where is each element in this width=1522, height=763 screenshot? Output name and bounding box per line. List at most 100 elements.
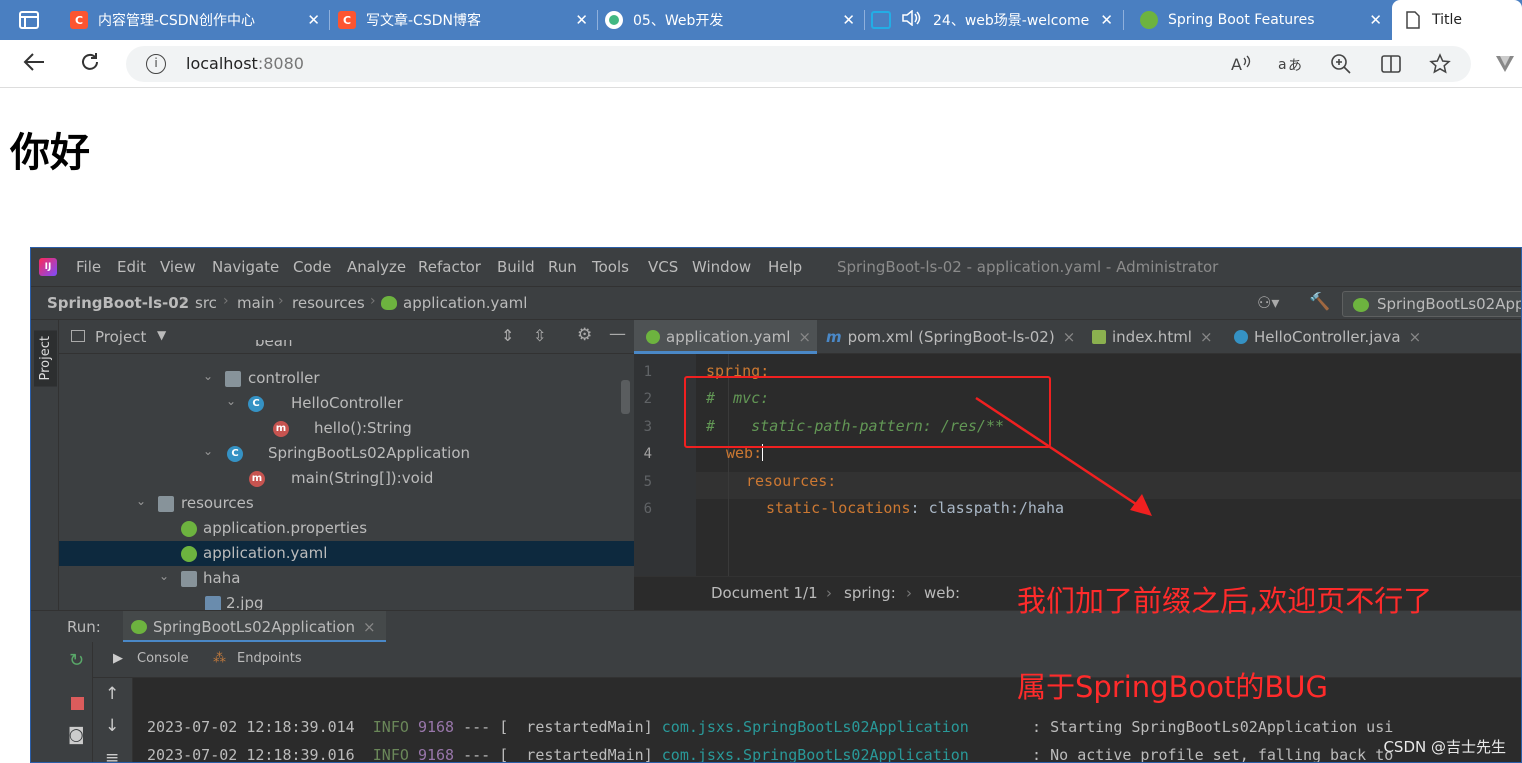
address-bar[interactable]: i localhost:8080 A aあ	[126, 46, 1471, 82]
breadcrumb-src[interactable]: src	[195, 294, 217, 312]
console-tab[interactable]: Console	[137, 651, 189, 666]
close-tab-icon[interactable]: ✕	[842, 11, 855, 29]
yaml-path-web[interactable]: web:	[924, 584, 960, 602]
split-screen-icon[interactable]	[1380, 53, 1402, 80]
close-tab-icon[interactable]: ×	[1409, 328, 1422, 346]
project-tool-button[interactable]: Project	[34, 330, 57, 387]
menu-navigate[interactable]: Navigate	[212, 258, 279, 276]
close-tab-icon[interactable]: ×	[1200, 328, 1213, 346]
menu-help[interactable]: Help	[768, 258, 802, 276]
editor-tab-pom[interactable]: m pom.xml (SpringBoot-ls-02) ×	[826, 320, 1081, 354]
menu-window[interactable]: Window	[692, 258, 751, 276]
translate-icon[interactable]: aあ	[1278, 53, 1302, 80]
editor-tab-hellocontroller[interactable]: HelloController.java ×	[1234, 320, 1434, 354]
log-logger[interactable]: com.jsxs.SpringBootLs02Application	[662, 746, 969, 762]
favorite-star-icon[interactable]	[1429, 53, 1451, 80]
breadcrumb-resources[interactable]: resources	[292, 294, 365, 312]
log-logger[interactable]: com.jsxs.SpringBootLs02Application	[662, 718, 969, 736]
annotation-text-2: 属于SpringBoot的BUG	[1017, 670, 1328, 704]
log-message: : Starting SpringBootLs02Application usi	[1032, 718, 1394, 736]
close-tab-icon[interactable]: ×	[363, 618, 376, 636]
scroll-up-icon[interactable]: ↑	[105, 684, 119, 704]
menu-view[interactable]: View	[160, 258, 196, 276]
browser-tab[interactable]: Spring Boot Features ✕	[1140, 0, 1390, 40]
menu-run[interactable]: Run	[548, 258, 577, 276]
document-indicator[interactable]: Document 1/1	[711, 584, 818, 602]
menu-file[interactable]: File	[76, 258, 101, 276]
menu-vcs[interactable]: VCS	[648, 258, 678, 276]
tree-item-hello-method[interactable]: m hello():String	[59, 416, 634, 441]
breadcrumb-main[interactable]: main	[237, 294, 274, 312]
chevron-down-icon[interactable]: ⌄	[203, 369, 213, 383]
soft-wrap-icon[interactable]: ≡	[105, 748, 119, 762]
browser-tab[interactable]: 24、web场景-welcome ✕	[871, 0, 1121, 40]
close-tab-icon[interactable]: ✕	[1100, 11, 1113, 29]
tree-item-haha[interactable]: ⌄ haha	[59, 566, 634, 591]
menu-edit[interactable]: Edit	[117, 258, 146, 276]
line-number: 2	[643, 391, 652, 407]
annotation-arrow	[975, 396, 1152, 516]
run-config-dropdown[interactable]: SpringBootLs02Application	[1342, 291, 1521, 317]
tab-actions-button[interactable]	[0, 0, 58, 40]
chevron-down-icon[interactable]: ⌄	[136, 494, 146, 508]
tree-item-application-yaml[interactable]: application.yaml	[59, 541, 634, 566]
close-tab-icon[interactable]: ✕	[307, 11, 320, 29]
speaker-icon[interactable]	[901, 9, 921, 30]
close-tab-icon[interactable]: ×	[798, 328, 811, 346]
tree-item-bean[interactable]: bean	[59, 340, 634, 354]
zoom-icon[interactable]	[1330, 53, 1352, 80]
tree-item-main-method[interactable]: m main(String[]):void	[59, 466, 634, 491]
tree-item-label: resources	[181, 494, 254, 512]
extension-icon[interactable]	[1494, 52, 1516, 79]
build-hammer-icon[interactable]: 🔨	[1309, 292, 1330, 312]
run-tab[interactable]: SpringBootLs02Application ×	[123, 611, 386, 643]
tree-item-application-class[interactable]: ⌄ C SpringBootLs02Application	[59, 441, 634, 466]
menu-build[interactable]: Build	[497, 258, 535, 276]
scroll-down-icon[interactable]: ↓	[105, 716, 119, 736]
menu-analyze[interactable]: Analyze	[347, 258, 406, 276]
project-scrollbar[interactable]	[621, 380, 630, 414]
reload-button[interactable]	[78, 50, 102, 82]
menu-refactor[interactable]: Refactor	[418, 258, 481, 276]
browser-tab[interactable]: C 内容管理-CSDN创作中心 ✕	[70, 0, 328, 40]
read-aloud-icon[interactable]: A	[1230, 53, 1252, 80]
code-line[interactable]: resources:	[746, 472, 836, 490]
menu-code[interactable]: Code	[293, 258, 331, 276]
close-tab-icon[interactable]: ×	[1063, 328, 1076, 346]
editor-tab-application-yaml[interactable]: application.yaml ×	[634, 320, 817, 354]
breadcrumb-file[interactable]: application.yaml	[403, 294, 527, 312]
editor-tab-label: application.yaml	[666, 328, 791, 346]
endpoints-tab[interactable]: Endpoints	[237, 651, 302, 666]
camera-icon[interactable]: ◙	[68, 725, 85, 745]
browser-tab-active[interactable]: Title	[1392, 0, 1522, 40]
close-tab-icon[interactable]: ✕	[1369, 11, 1382, 29]
breadcrumb-project[interactable]: SpringBoot-ls-02	[47, 294, 189, 312]
rerun-icon[interactable]: ↻	[69, 650, 84, 671]
chevron-down-icon[interactable]: ⌄	[226, 394, 236, 408]
reload-icon	[82, 53, 98, 70]
stop-icon[interactable]	[71, 697, 84, 710]
user-dropdown-icon[interactable]: ⚇▾	[1257, 293, 1279, 312]
log-line: 2023-07-02 12:18:39.014 INFO 9168 --- [ …	[147, 718, 1393, 736]
tree-item-controller[interactable]: ⌄ controller	[59, 366, 634, 391]
tree-item-application-properties[interactable]: application.properties	[59, 516, 634, 541]
chevron-down-icon[interactable]: ⌄	[159, 569, 169, 583]
url-text[interactable]: localhost:8080	[186, 54, 304, 73]
tree-item-hellocontroller[interactable]: ⌄ C HelloController	[59, 391, 634, 416]
back-button[interactable]	[22, 50, 46, 82]
yaml-path-spring[interactable]: spring:	[844, 584, 896, 602]
info-icon[interactable]: i	[146, 54, 166, 74]
tree-item-2jpg[interactable]: 2.jpg	[59, 591, 634, 610]
menu-tools[interactable]: Tools	[592, 258, 629, 276]
close-tab-icon[interactable]: ✕	[575, 11, 588, 29]
chevron-down-icon[interactable]: ⌄	[203, 444, 213, 458]
tree-item-resources[interactable]: ⌄ resources	[59, 491, 634, 516]
annotation-text-1: 我们加了前缀之后,欢迎页不行了	[1017, 584, 1433, 618]
image-file-icon	[205, 596, 221, 610]
browser-tab[interactable]: 05、Web开发 ✕	[605, 0, 863, 40]
log-level: INFO	[372, 746, 409, 763]
browser-tab-title: 05、Web开发	[633, 13, 724, 29]
browser-tab[interactable]: C 写文章-CSDN博客 ✕	[338, 0, 596, 40]
csdn-icon: C	[70, 11, 88, 29]
editor-tab-index-html[interactable]: index.html ×	[1092, 320, 1227, 354]
